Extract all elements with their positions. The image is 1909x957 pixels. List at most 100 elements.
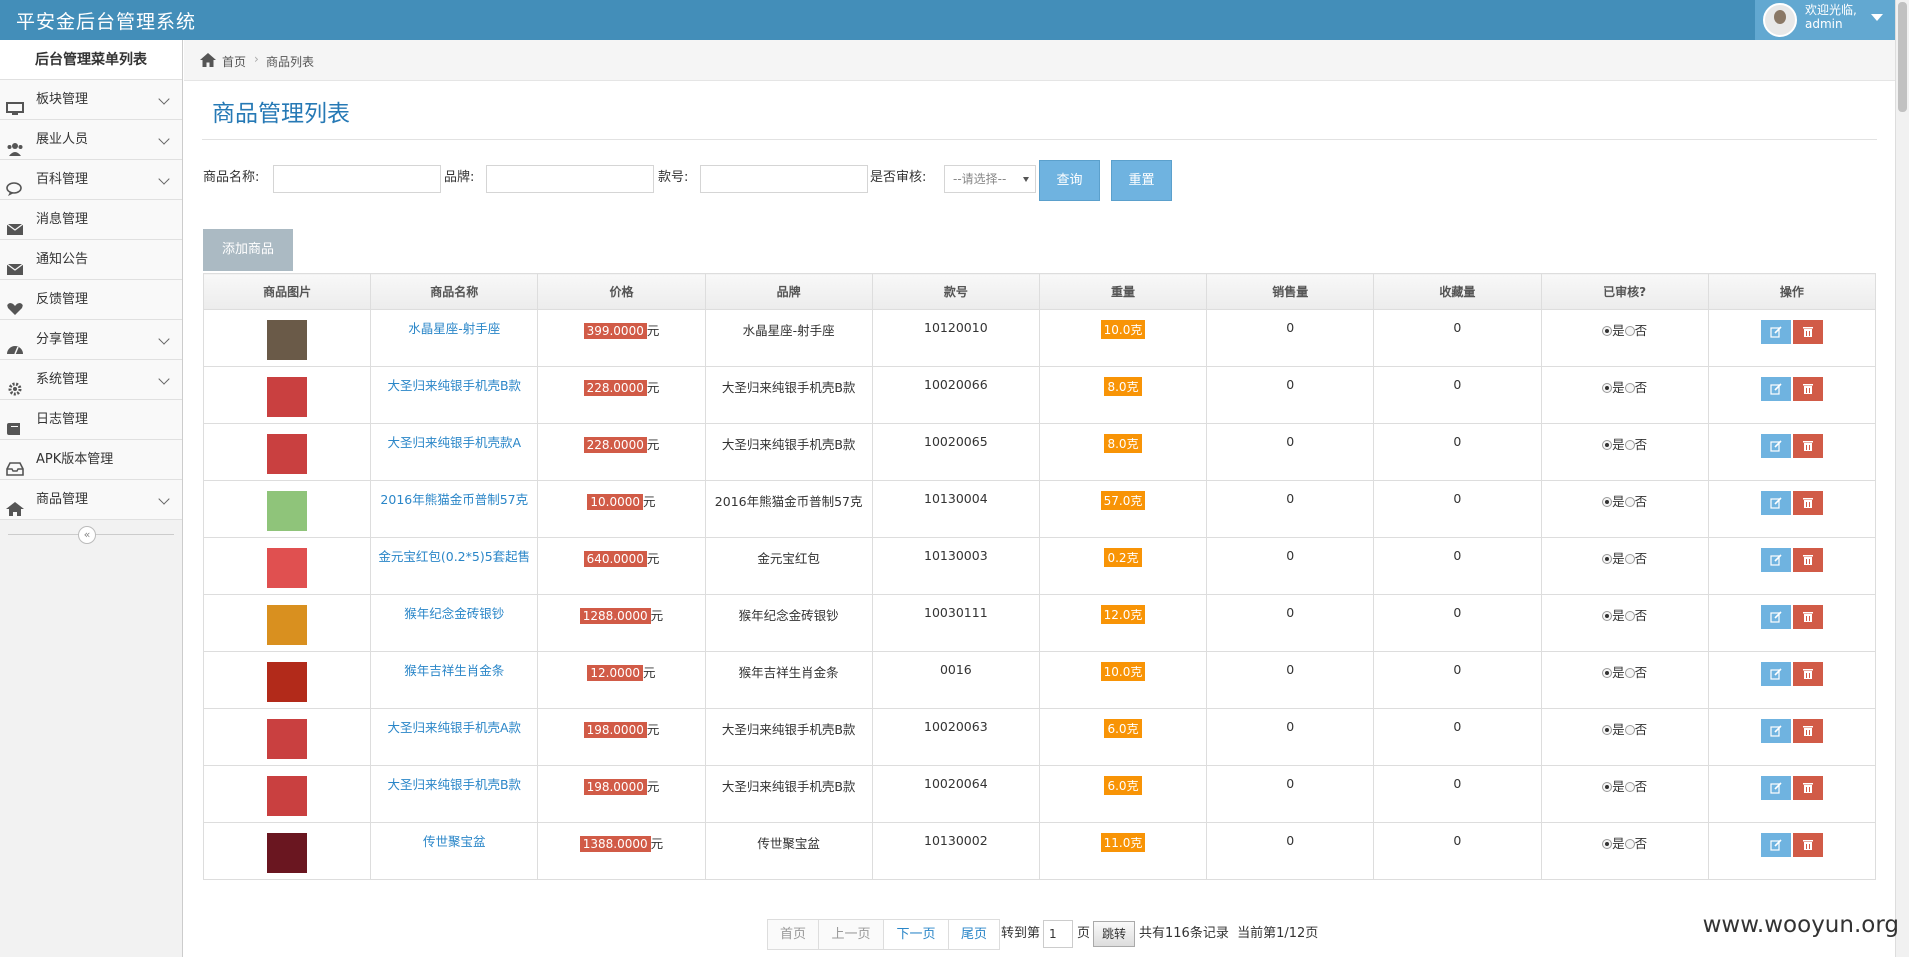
product-thumbnail[interactable] — [267, 833, 308, 873]
prev-page-button[interactable]: 上一页 — [818, 919, 884, 950]
app-title[interactable]: 平安金后台管理系统 — [16, 7, 196, 34]
vertical-scrollbar[interactable] — [1895, 0, 1909, 957]
edit-button[interactable] — [1760, 719, 1791, 743]
product-name-link[interactable]: 大圣归来纯银手机壳B款 — [387, 776, 521, 794]
edit-button[interactable] — [1760, 491, 1791, 515]
edit-button[interactable] — [1760, 662, 1791, 686]
sidebar-item-2[interactable]: 百科管理 — [0, 160, 182, 200]
product-name-link[interactable]: 大圣归来纯银手机壳款A — [388, 434, 522, 452]
delete-button[interactable] — [1792, 662, 1823, 686]
product-thumbnail[interactable] — [267, 320, 308, 360]
audit-select[interactable]: --请选择-- — [944, 165, 1036, 193]
sidebar-item-4[interactable]: 通知公告 — [0, 240, 182, 280]
chevron-down-icon — [158, 373, 170, 385]
product-thumbnail[interactable] — [267, 548, 308, 588]
audit-yes-radio[interactable] — [1602, 782, 1613, 792]
weight-badge: 6.0克 — [1104, 776, 1142, 795]
audit-yes-radio[interactable] — [1602, 668, 1613, 678]
audit-no-radio[interactable] — [1624, 782, 1635, 792]
product-thumbnail[interactable] — [267, 434, 308, 474]
brand-input[interactable] — [486, 165, 654, 193]
edit-button[interactable] — [1760, 320, 1791, 344]
add-product-button[interactable]: 添加商品 — [203, 229, 293, 271]
sidebar-item-7[interactable]: 系统管理 — [0, 360, 182, 400]
delete-button[interactable] — [1792, 434, 1823, 458]
product-name-link[interactable]: 水晶星座-射手座 — [408, 320, 500, 338]
product-name-link[interactable]: 传世聚宝盆 — [423, 833, 486, 851]
cell-sales: 0 — [1206, 765, 1375, 823]
audit-yes-radio[interactable] — [1602, 497, 1613, 507]
breadcrumb-home-link[interactable]: 首页 — [222, 53, 246, 70]
jump-button[interactable]: 跳转 — [1093, 921, 1135, 947]
product-thumbnail[interactable] — [267, 662, 308, 702]
double-chevron-left-icon[interactable]: « — [78, 526, 96, 544]
audit-no-radio[interactable] — [1624, 611, 1635, 621]
audit-no-radio[interactable] — [1624, 383, 1635, 393]
product-name-link[interactable]: 金元宝红包(0.2*5)5套起售 — [378, 548, 530, 566]
audit-yes-label: 是 — [1612, 437, 1625, 452]
audit-yes-radio[interactable] — [1602, 383, 1613, 393]
audit-yes-radio[interactable] — [1602, 725, 1613, 735]
cell-actions — [1707, 480, 1877, 538]
model-input[interactable] — [700, 165, 868, 193]
delete-button[interactable] — [1792, 491, 1823, 515]
edit-button[interactable] — [1760, 548, 1791, 572]
comments-icon — [6, 173, 24, 196]
product-thumbnail[interactable] — [267, 605, 308, 645]
product-thumbnail[interactable] — [267, 377, 308, 417]
delete-button[interactable] — [1792, 605, 1823, 629]
edit-button[interactable] — [1760, 377, 1791, 401]
cell-model: 10130002 — [871, 822, 1040, 880]
sidebar-item-5[interactable]: 反馈管理 — [0, 280, 182, 320]
product-thumbnail[interactable] — [267, 719, 308, 759]
page-number-input[interactable]: 1 — [1043, 920, 1073, 948]
cell-weight: 11.0克 — [1038, 822, 1208, 880]
delete-button[interactable] — [1792, 833, 1823, 857]
audit-no-radio[interactable] — [1624, 668, 1635, 678]
audit-yes-radio[interactable] — [1602, 440, 1613, 450]
audit-no-radio[interactable] — [1624, 839, 1635, 849]
delete-button[interactable] — [1792, 320, 1823, 344]
last-page-button[interactable]: 尾页 — [948, 919, 1000, 950]
caret-down-icon[interactable] — [1871, 14, 1883, 21]
sidebar-item-10[interactable]: 商品管理 — [0, 480, 182, 520]
delete-button[interactable] — [1792, 776, 1823, 800]
sidebar-item-0[interactable]: 板块管理 — [0, 80, 182, 120]
delete-button[interactable] — [1792, 548, 1823, 572]
audit-no-radio[interactable] — [1624, 725, 1635, 735]
audit-yes-radio[interactable] — [1602, 611, 1613, 621]
product-thumbnail[interactable] — [267, 491, 308, 531]
edit-button[interactable] — [1760, 776, 1791, 800]
scrollbar-thumb[interactable] — [1898, 2, 1907, 112]
edit-button[interactable] — [1760, 434, 1791, 458]
audit-no-radio[interactable] — [1624, 326, 1635, 336]
audit-no-radio[interactable] — [1624, 554, 1635, 564]
sidebar-item-8[interactable]: 日志管理 — [0, 400, 182, 440]
product-name-link[interactable]: 猴年吉祥生肖金条 — [404, 662, 504, 680]
product-name-input[interactable] — [273, 165, 441, 193]
audit-yes-radio[interactable] — [1602, 326, 1613, 336]
product-name-link[interactable]: 猴年纪念金砖银钞 — [404, 605, 504, 623]
sidebar-item-1[interactable]: 展业人员 — [0, 120, 182, 160]
next-page-button[interactable]: 下一页 — [883, 919, 949, 950]
delete-button[interactable] — [1792, 377, 1823, 401]
edit-button[interactable] — [1760, 605, 1791, 629]
product-name-link[interactable]: 2016年熊猫金币普制57克 — [380, 491, 528, 509]
user-menu[interactable]: 欢迎光临, admin — [1755, 0, 1895, 40]
product-thumbnail[interactable] — [267, 776, 308, 816]
sidebar-item-6[interactable]: 分享管理 — [0, 320, 182, 360]
product-name-link[interactable]: 大圣归来纯银手机壳B款 — [387, 377, 521, 395]
audit-yes-radio[interactable] — [1602, 839, 1613, 849]
audit-no-radio[interactable] — [1624, 440, 1635, 450]
audit-yes-radio[interactable] — [1602, 554, 1613, 564]
product-name-link[interactable]: 大圣归来纯银手机壳A款 — [388, 719, 522, 737]
sidebar-item-3[interactable]: 消息管理 — [0, 200, 182, 240]
first-page-button[interactable]: 首页 — [767, 919, 819, 950]
sidebar-item-9[interactable]: APK版本管理 — [0, 440, 182, 480]
query-button[interactable]: 查询 — [1039, 160, 1100, 201]
reset-button[interactable]: 重置 — [1111, 160, 1172, 201]
delete-button[interactable] — [1792, 719, 1823, 743]
audit-yes-label: 是 — [1612, 722, 1625, 737]
audit-no-radio[interactable] — [1624, 497, 1635, 507]
edit-button[interactable] — [1760, 833, 1791, 857]
